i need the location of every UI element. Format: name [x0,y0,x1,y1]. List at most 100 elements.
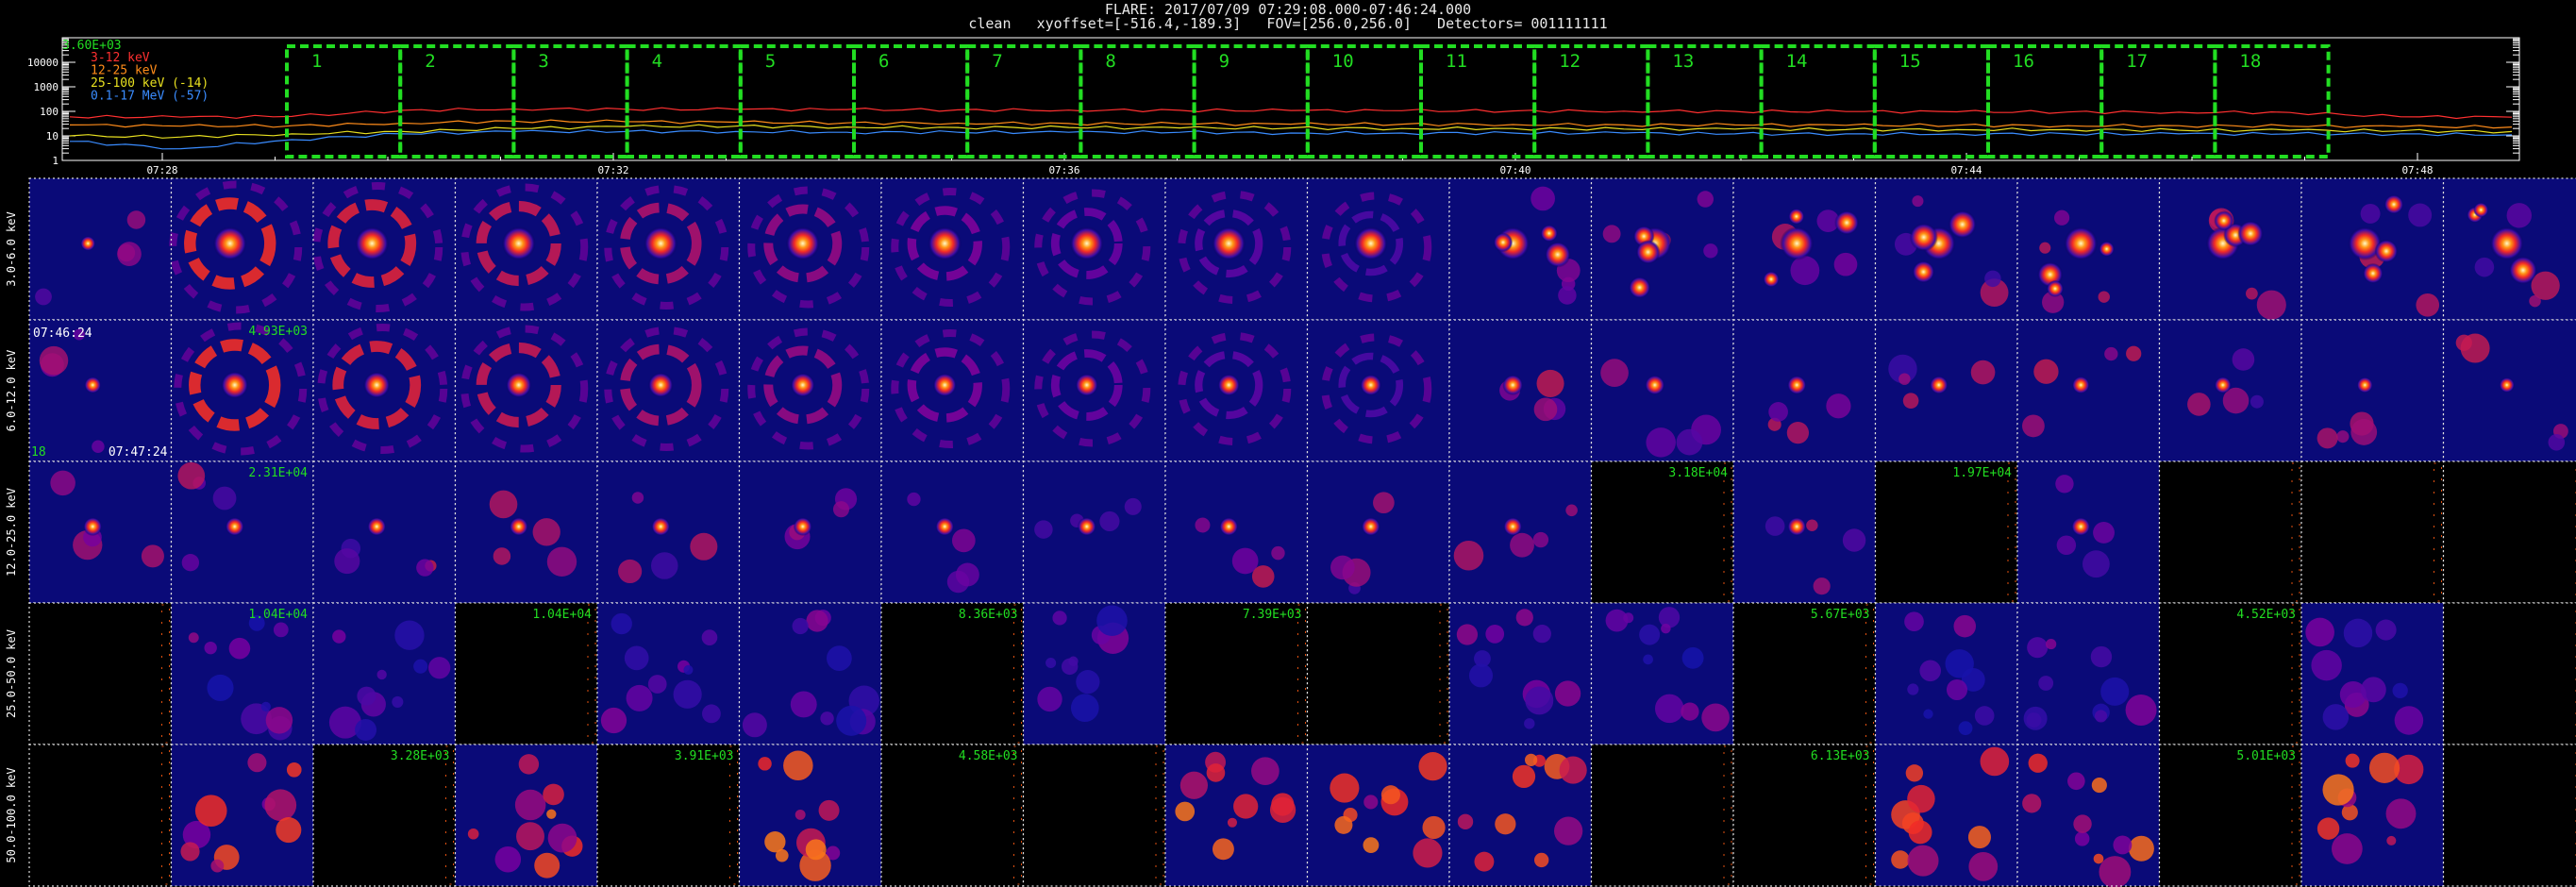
cell-peak-label: 4.52E+03 [2236,608,2296,622]
noise-blob [826,645,852,671]
noise-blob [2548,434,2566,451]
interval-box [1079,44,1196,159]
image-cell [454,177,598,321]
cell-background [597,745,740,886]
noise-blob [1034,520,1053,539]
source-core [1787,375,1807,395]
noise-blob [2091,777,2107,794]
image-cell [170,744,314,887]
noise-blob [2455,334,2472,351]
image-cell [1448,177,1593,321]
cell-background [29,745,172,886]
interval-label: 7 [992,51,1002,72]
source-core [221,371,249,399]
noise-blob [1485,625,1505,644]
source-core [367,517,387,536]
interval-box [1419,44,1537,159]
noise-blob [286,761,302,778]
interval-box [965,44,1083,159]
source-blob [2237,220,2264,247]
noise-blob [702,704,721,724]
noise-blob [1703,243,1718,259]
noise-blob [1790,256,1820,286]
image-cell [28,319,173,462]
noise-blob [207,674,234,702]
noise-blob [1233,794,1259,819]
noise-blob [543,783,564,806]
noise-blob [1468,663,1494,688]
noise-blob [1510,532,1534,558]
noise-blob [650,552,678,579]
noise-blob [1206,763,1226,782]
noise-blob [1533,397,1558,422]
noise-blob [376,669,387,680]
interval-box [1872,44,1991,159]
interval-label: 12 [1559,51,1581,72]
noise-blob [1967,826,1991,849]
image-cell [2158,744,2302,887]
series-line [69,119,2513,129]
noise-blob [532,518,560,546]
noise-blob [2343,618,2373,648]
legend-entry: 0.1-17 MeV (-57) [91,90,209,104]
noise-blob [626,684,653,711]
noise-blob [181,553,200,572]
noise-blob [2187,393,2211,416]
image-cell [454,602,598,745]
cell-peak-label: 3.18E+04 [1668,466,1728,480]
noise-blob [1958,721,1973,736]
noise-blob [2038,676,2054,691]
noise-blob [2317,427,2338,449]
noise-blob [2311,649,2342,681]
noise-blob [39,345,69,376]
noise-blob [1179,771,1209,799]
x-tick-label: 07:48 [2401,164,2433,176]
noise-blob [489,490,518,519]
noise-blob [534,852,560,879]
interval-label: 9 [1219,51,1229,72]
noise-blob [1970,360,1996,385]
noise-blob [2023,706,2048,730]
noise-blob [546,546,577,577]
image-cell [1306,319,1450,462]
image-cell [1874,177,2018,321]
image-cell [454,744,598,887]
cell-background [2443,461,2576,603]
source-core [1212,226,1246,260]
noise-blob [1070,694,1099,723]
source-blob [1493,232,1514,253]
noise-blob [1453,540,1484,571]
y-tick-label: 1000 [34,81,59,93]
noise-blob [2322,704,2350,730]
noise-blob [2250,394,2264,409]
image-cell [2442,744,2576,887]
cell-peak-label: 8.36E+03 [959,608,1018,622]
image-cell [1732,319,1877,462]
noise-blob [2331,833,2363,864]
noise-blob [117,242,142,266]
source-core [83,517,103,536]
image-cell [170,460,314,604]
noise-blob [1654,694,1684,724]
cell-background [2301,461,2444,603]
image-cell [312,460,457,604]
noise-blob [1904,611,1924,632]
noise-blob [1363,795,1379,810]
noise-blob [1124,497,1142,515]
x-tick-label: 07:40 [1499,164,1531,176]
image-cell [454,319,598,462]
noise-blob [1891,850,1910,869]
noise-blob [1907,784,1935,813]
image-cell [28,460,173,604]
noise-blob [1532,531,1549,548]
noise-blob [1658,607,1681,628]
noise-blob [631,492,644,504]
noise-blob [2368,752,2400,783]
source-core [509,517,528,536]
source-core [1503,517,1523,536]
noise-blob [2345,753,2360,768]
noise-blob [1908,820,1932,845]
noise-blob [818,799,840,821]
image-cell [170,602,314,745]
noise-blob [2056,535,2077,555]
